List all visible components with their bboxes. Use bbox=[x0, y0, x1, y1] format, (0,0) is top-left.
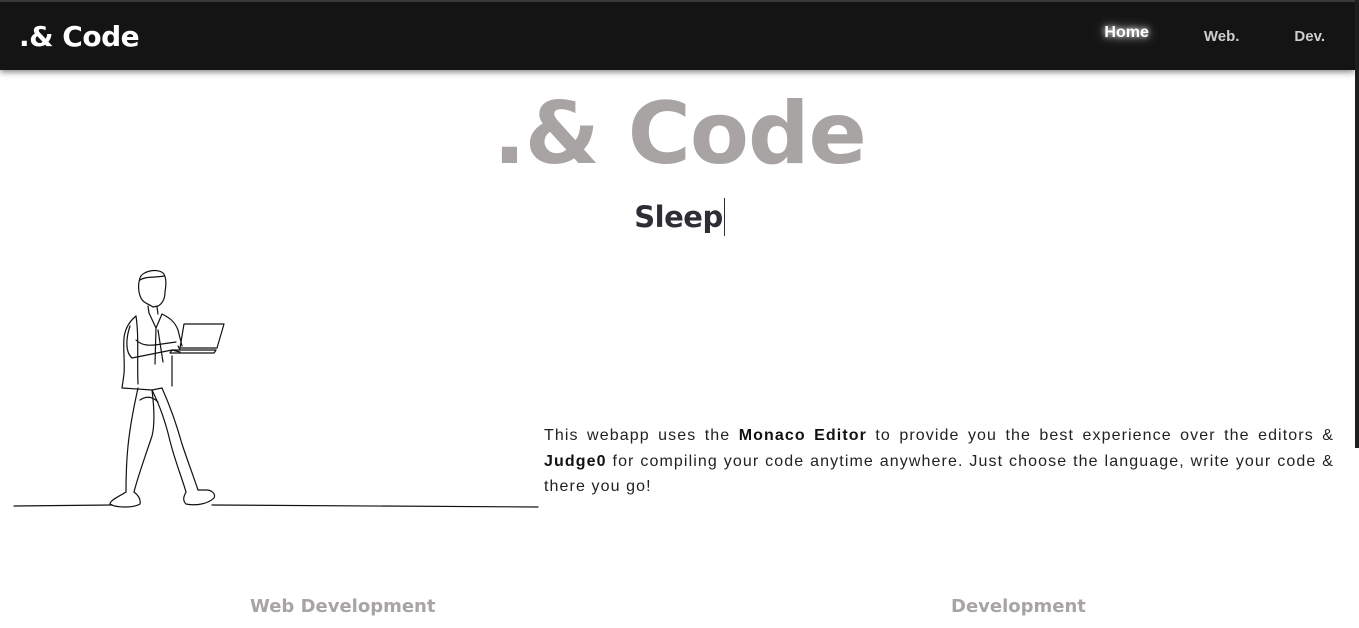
nav-links: Home Web. Dev. bbox=[1049, 24, 1325, 45]
section-title-development: Development bbox=[951, 596, 1086, 617]
hero-title: .& Code bbox=[493, 84, 867, 184]
section-title-web-development: Web Development bbox=[250, 596, 436, 617]
typing-cursor bbox=[723, 198, 725, 236]
desc-text-1: This webapp uses the bbox=[544, 427, 739, 444]
nav-link-dev[interactable]: Dev. bbox=[1294, 28, 1325, 45]
desc-text-2: to provide you the best experience over … bbox=[866, 427, 1334, 444]
judge0-label: Judge0 bbox=[544, 452, 607, 470]
navbar: .& Code Home Web. Dev. bbox=[0, 0, 1355, 70]
nav-link-web[interactable]: Web. bbox=[1204, 28, 1240, 45]
typed-text-row: Sleep bbox=[0, 198, 1359, 236]
app-description: This webapp uses the Monaco Editor to pr… bbox=[544, 423, 1334, 500]
walking-man-laptop-illustration bbox=[13, 269, 539, 508]
monaco-editor-label: Monaco Editor bbox=[738, 427, 867, 444]
desc-text-3: for compiling your code anytime anywhere… bbox=[544, 452, 1334, 496]
brand-logo[interactable]: .& Code bbox=[19, 20, 140, 53]
nav-link-home[interactable]: Home bbox=[1104, 24, 1148, 42]
typed-text: Sleep bbox=[634, 200, 723, 234]
